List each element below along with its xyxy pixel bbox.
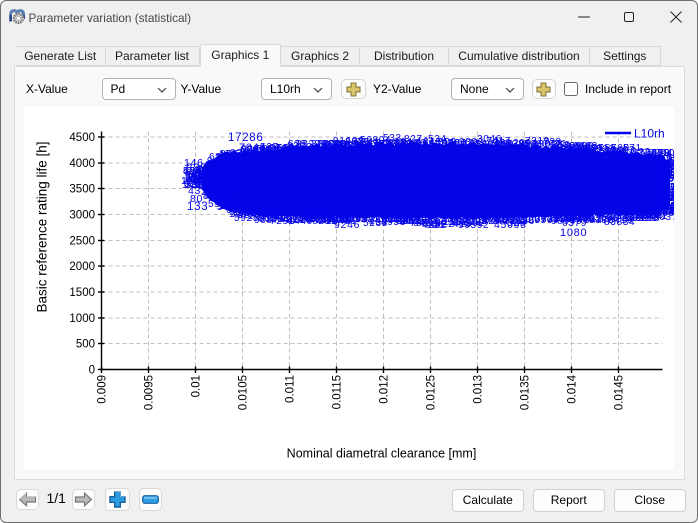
svg-text:3000: 3000 (69, 210, 95, 222)
svg-text:0.01: 0.01 (191, 375, 203, 397)
svg-text:2000: 2000 (69, 261, 95, 273)
svg-text:0.011: 0.011 (285, 375, 297, 403)
svg-text:0.012: 0.012 (379, 375, 391, 404)
svg-text:0.0125: 0.0125 (426, 375, 438, 410)
svg-text:58939: 58939 (554, 143, 587, 155)
svg-text:500: 500 (76, 339, 95, 351)
svg-text:19: 19 (280, 147, 293, 159)
svg-text:14050: 14050 (422, 138, 455, 150)
svg-text:1500: 1500 (69, 287, 95, 299)
svg-text:9278: 9278 (622, 151, 648, 163)
svg-text:3500: 3500 (69, 184, 95, 196)
svg-text:0.009: 0.009 (97, 375, 109, 404)
svg-text:8298: 8298 (211, 190, 236, 201)
svg-text:0.014: 0.014 (567, 374, 579, 403)
svg-text:0.0105: 0.0105 (238, 375, 250, 410)
svg-text:Basic reference rating life [h: Basic reference rating life [h] (35, 141, 50, 312)
svg-text:119746: 119746 (354, 140, 392, 152)
svg-text:1080: 1080 (560, 227, 587, 239)
svg-text:5E2: 5E2 (434, 218, 455, 230)
svg-text:875: 875 (570, 213, 589, 224)
svg-text:1000: 1000 (69, 313, 95, 325)
svg-text:45095: 45095 (494, 219, 527, 231)
svg-text:55: 55 (654, 198, 667, 210)
svg-text:92: 92 (266, 210, 280, 222)
svg-text:264: 264 (454, 139, 474, 151)
svg-text:2216: 2216 (286, 214, 312, 226)
svg-text:12: 12 (203, 175, 216, 186)
svg-text:0.0115: 0.0115 (332, 375, 344, 409)
svg-text:4500: 4500 (69, 132, 95, 144)
svg-text:35867: 35867 (637, 210, 668, 221)
svg-text:16024: 16024 (592, 146, 626, 158)
svg-text:0.0095: 0.0095 (144, 375, 156, 410)
svg-text:Nominal diametral clearance [m: Nominal diametral clearance [mm] (287, 447, 477, 461)
svg-text:133: 133 (187, 201, 208, 213)
svg-text:0.0145: 0.0145 (614, 375, 626, 410)
svg-text:0.013: 0.013 (473, 375, 485, 404)
svg-text:146: 146 (184, 157, 204, 169)
svg-text:0: 0 (89, 365, 95, 377)
svg-text:9246: 9246 (334, 219, 360, 231)
svg-text:2500: 2500 (69, 236, 95, 248)
svg-text:L10rh: L10rh (634, 127, 665, 141)
svg-text:5993: 5993 (324, 142, 350, 154)
svg-text:0.0135: 0.0135 (520, 375, 532, 410)
svg-text:35457: 35457 (400, 216, 431, 227)
svg-text:9851490: 9851490 (494, 140, 540, 152)
svg-text:4000: 4000 (69, 158, 95, 170)
svg-text:8840: 8840 (237, 209, 264, 221)
